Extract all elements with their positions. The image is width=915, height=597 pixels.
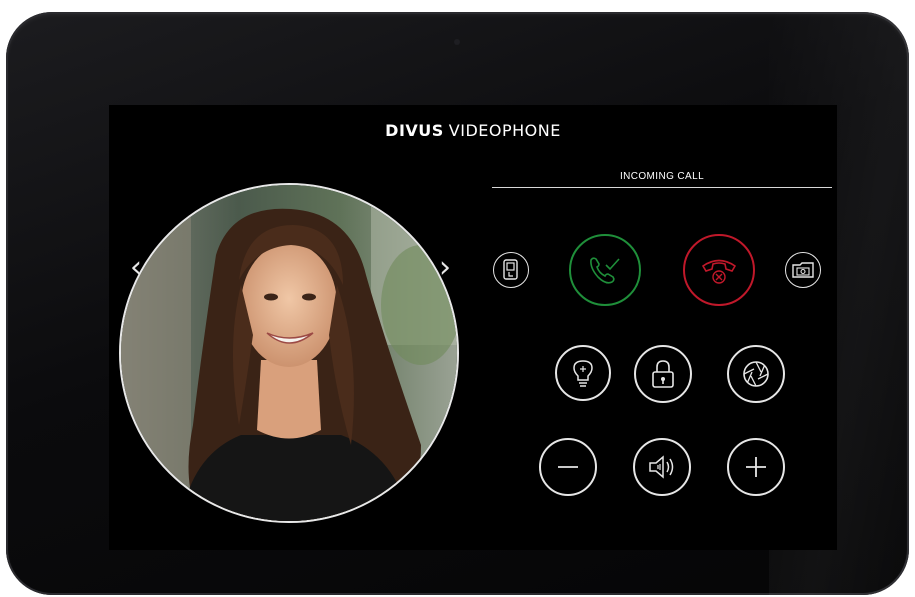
accept-call-icon: [590, 257, 620, 284]
door-lock-button[interactable]: [634, 345, 692, 403]
camera-shutter-icon: [743, 361, 769, 387]
snapshot-gallery-button[interactable]: [785, 252, 821, 288]
intercom-icon: [503, 259, 518, 280]
volume-up-button[interactable]: [727, 438, 785, 496]
videophone-device: DIVUS VIDEOPHONE INCOMING CALL ‹ ›: [6, 12, 909, 595]
speaker-volume-icon: [649, 455, 674, 479]
app-title: DIVUS VIDEOPHONE: [109, 121, 837, 140]
light-bulb-icon: [573, 360, 593, 387]
minus-icon: [558, 466, 578, 468]
status-divider: [492, 187, 832, 188]
speaker-button[interactable]: [633, 438, 691, 496]
front-camera: [454, 39, 460, 45]
accept-call-button[interactable]: [569, 234, 641, 306]
volume-down-button[interactable]: [539, 438, 597, 496]
snapshot-gallery-icon: [792, 262, 814, 278]
product-name: VIDEOPHONE: [448, 121, 561, 140]
reject-call-icon: [701, 259, 737, 284]
video-feed: [119, 183, 459, 523]
caller-video-image: [121, 185, 457, 521]
lock-icon: [652, 360, 674, 388]
touch-screen: DIVUS VIDEOPHONE INCOMING CALL ‹ ›: [109, 105, 837, 550]
camera-switch-button[interactable]: [727, 345, 785, 403]
intercom-button[interactable]: [493, 252, 529, 288]
next-camera-arrow[interactable]: ›: [435, 253, 455, 283]
reject-call-button[interactable]: [683, 234, 755, 306]
light-button[interactable]: [555, 345, 611, 401]
plus-icon: [746, 457, 766, 477]
previous-camera-arrow[interactable]: ‹: [126, 253, 146, 283]
call-status-label: INCOMING CALL: [619, 171, 705, 182]
brand-name: DIVUS: [385, 121, 444, 140]
